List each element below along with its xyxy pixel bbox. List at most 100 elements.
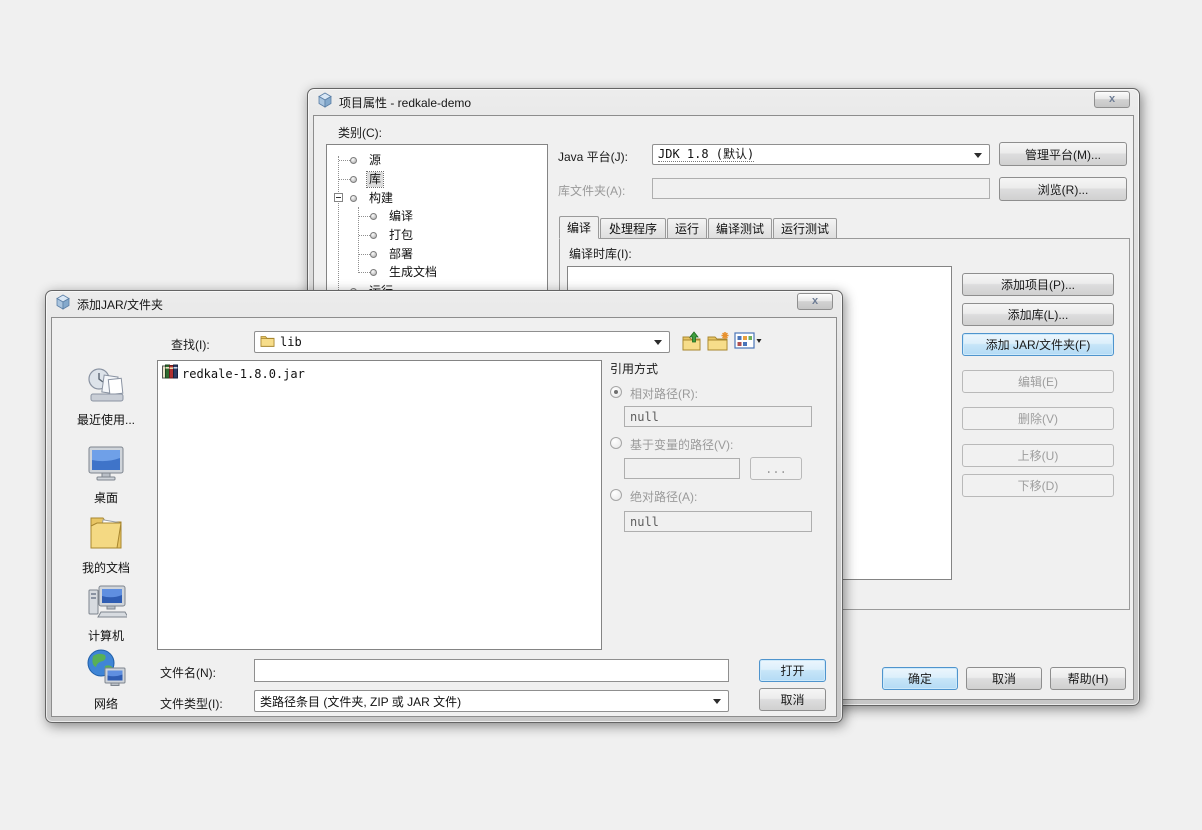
file-type-select[interactable]: 类路径条目 (文件夹, ZIP 或 JAR 文件): [254, 690, 729, 712]
tree-node-icon: [370, 251, 377, 258]
browse-button[interactable]: 浏览(R)...: [999, 177, 1127, 201]
computer-icon: [85, 582, 127, 625]
absolute-path-label: 绝对路径(A):: [630, 488, 697, 505]
libraries-folder-label: 库文件夹(A):: [558, 182, 625, 199]
tree-item-build[interactable]: 构建: [367, 191, 395, 206]
folder-icon: [260, 334, 275, 350]
place-label: 桌面: [62, 489, 150, 506]
up-folder-icon[interactable]: [681, 331, 702, 357]
cancel-button[interactable]: 取消: [759, 688, 826, 711]
file-list[interactable]: redkale-1.8.0.jar: [157, 360, 602, 650]
place-network[interactable]: 网络: [62, 648, 150, 712]
file-name: redkale-1.8.0.jar: [182, 367, 305, 381]
file-type-label: 文件类型(I):: [160, 695, 223, 712]
tree-item-compile[interactable]: 编译: [387, 209, 415, 224]
remove-button[interactable]: 删除(V): [962, 407, 1114, 430]
network-icon: [85, 648, 127, 693]
variable-path-field[interactable]: [624, 458, 740, 479]
manage-platforms-button[interactable]: 管理平台(M)...: [999, 142, 1127, 166]
file-name-input[interactable]: [254, 659, 729, 682]
tree-line: [339, 160, 350, 161]
documents-icon: [85, 512, 127, 557]
tree-item-libraries[interactable]: 库: [367, 172, 383, 187]
tree-item-package[interactable]: 打包: [387, 228, 415, 243]
dialog-title: 项目属性 - redkale-demo: [339, 94, 471, 111]
tree-item-documentation[interactable]: 生成文档: [387, 265, 439, 280]
move-down-button[interactable]: 下移(D): [962, 474, 1114, 497]
place-label: 网络: [62, 695, 150, 712]
tree-node-icon: [370, 213, 377, 220]
tree-line: [359, 216, 370, 217]
views-menu-icon[interactable]: [734, 332, 762, 355]
close-icon[interactable]: x: [1094, 91, 1130, 108]
file-type-value: 类路径条目 (文件夹, ZIP 或 JAR 文件): [260, 693, 461, 710]
tree-node-icon: [350, 157, 357, 164]
reference-type-title: 引用方式: [610, 360, 658, 377]
dialog-title: 添加JAR/文件夹: [77, 296, 163, 313]
variable-path-radio[interactable]: [610, 437, 622, 449]
file-name-label: 文件名(N):: [160, 664, 216, 681]
place-documents[interactable]: 我的文档: [62, 512, 150, 576]
ok-button[interactable]: 确定: [882, 667, 958, 690]
tree-line: [359, 235, 370, 236]
tree-node-icon: [370, 269, 377, 276]
java-platform-select[interactable]: JDK 1.8 (默认): [652, 144, 990, 165]
variable-path-label: 基于变量的路径(V):: [630, 436, 733, 453]
look-in-value: lib: [280, 335, 302, 349]
tab-processor[interactable]: 处理程序: [600, 218, 666, 239]
tab-compile-tests[interactable]: 编译测试: [708, 218, 772, 239]
add-jar-folder-titlebar[interactable]: 添加JAR/文件夹 x: [46, 291, 842, 317]
tree-line: [359, 272, 370, 273]
absolute-path-radio[interactable]: [610, 489, 622, 501]
place-label: 我的文档: [62, 559, 150, 576]
cancel-button[interactable]: 取消: [966, 667, 1042, 690]
file-row-redkale-jar[interactable]: redkale-1.8.0.jar: [158, 361, 601, 387]
relative-path-radio[interactable]: [610, 386, 622, 398]
java-platform-value: JDK 1.8 (默认): [658, 148, 754, 162]
libraries-folder-field[interactable]: [652, 178, 990, 199]
absolute-path-field[interactable]: null: [624, 511, 812, 532]
close-icon[interactable]: x: [797, 293, 833, 310]
add-jar-folder-button[interactable]: 添加 JAR/文件夹(F): [962, 333, 1114, 356]
tree-line: [338, 156, 339, 292]
category-label: 类别(C):: [338, 124, 382, 141]
tree-item-sources[interactable]: 源: [367, 153, 383, 168]
java-platform-label: Java 平台(J):: [558, 148, 628, 165]
place-label: 最近使用...: [62, 411, 150, 428]
netbeans-cube-icon: [55, 294, 71, 315]
relative-path-field[interactable]: null: [624, 406, 812, 427]
place-computer[interactable]: 计算机: [62, 582, 150, 644]
desktop-icon: [85, 444, 127, 487]
move-up-button[interactable]: 上移(U): [962, 444, 1114, 467]
look-in-select[interactable]: lib: [254, 331, 670, 353]
compile-libraries-label: 编译时库(I):: [569, 245, 632, 262]
netbeans-cube-icon: [317, 92, 333, 113]
tree-node-icon: [350, 195, 357, 202]
relative-path-label: 相对路径(R):: [630, 385, 698, 402]
place-recent[interactable]: 最近使用...: [62, 366, 150, 428]
place-label: 计算机: [62, 627, 150, 644]
tab-run-tests[interactable]: 运行测试: [773, 218, 837, 239]
tree-item-deploy[interactable]: 部署: [387, 247, 415, 262]
place-desktop[interactable]: 桌面: [62, 444, 150, 506]
tree-node-icon: [370, 232, 377, 239]
tree-line: [359, 254, 370, 255]
recent-items-icon: [85, 366, 127, 409]
collapse-icon[interactable]: [334, 193, 343, 202]
tree-line: [339, 179, 350, 180]
tree-node-icon: [350, 176, 357, 183]
open-button[interactable]: 打开: [759, 659, 826, 682]
desktop: 项目属性 - redkale-demo x 类别(C): 源 库 构建: [0, 0, 1202, 830]
project-properties-titlebar[interactable]: 项目属性 - redkale-demo x: [308, 89, 1139, 115]
new-folder-icon[interactable]: [707, 331, 730, 357]
jar-archive-icon: [162, 364, 178, 384]
tab-compile[interactable]: 编译: [559, 216, 599, 239]
add-project-button[interactable]: 添加项目(P)...: [962, 273, 1114, 296]
variable-browse-button[interactable]: ...: [750, 457, 802, 480]
edit-button[interactable]: 编辑(E): [962, 370, 1114, 393]
add-library-button[interactable]: 添加库(L)...: [962, 303, 1114, 326]
add-jar-folder-dialog: 添加JAR/文件夹 x 查找(I): lib: [45, 290, 843, 723]
tab-run[interactable]: 运行: [667, 218, 707, 239]
add-jar-folder-body: 查找(I): lib: [51, 317, 837, 717]
help-button[interactable]: 帮助(H): [1050, 667, 1126, 690]
